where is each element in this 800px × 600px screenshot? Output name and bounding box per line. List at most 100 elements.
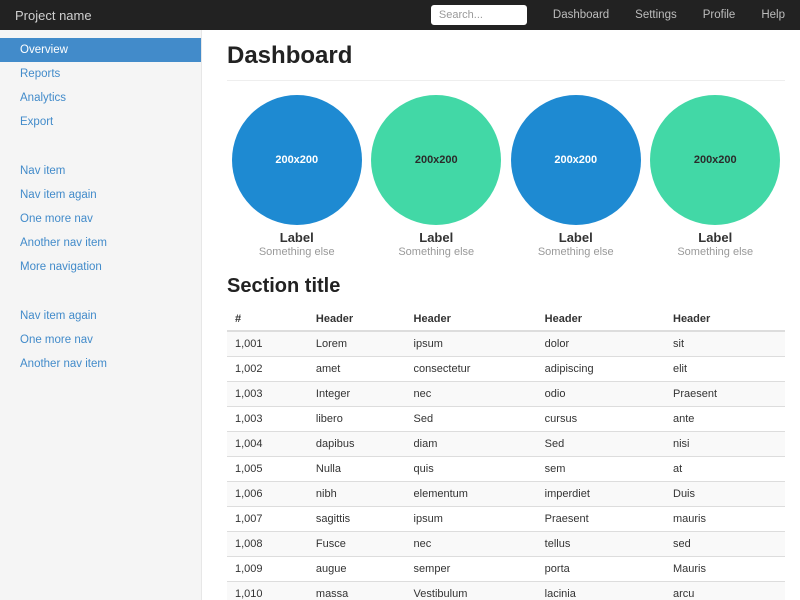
section-title: Section title xyxy=(227,275,785,298)
table-cell: Praesent xyxy=(537,507,665,532)
table-row: 1,008 Fusce nec tellus sed xyxy=(227,532,785,557)
table-cell: sit xyxy=(665,331,785,357)
placeholder-circle-image: 200x200 xyxy=(511,95,641,225)
table-cell-id: 1,008 xyxy=(227,532,308,557)
table-cell: ipsum xyxy=(406,331,537,357)
sidebar-item[interactable]: Reports xyxy=(0,62,201,86)
table-row: 1,002 amet consectetur adipiscing elit xyxy=(227,357,785,382)
table-cell: massa xyxy=(308,582,406,600)
table-cell: sed xyxy=(665,532,785,557)
table-cell: Nulla xyxy=(308,457,406,482)
table-cell: ante xyxy=(665,407,785,432)
brand-link[interactable]: Project name xyxy=(15,8,92,23)
placeholder-row: 200x200 Label Something else 200x200 Lab… xyxy=(227,95,785,258)
sidebar-item[interactable]: Nav item again xyxy=(0,304,201,328)
table-row: 1,009 augue semper porta Mauris xyxy=(227,557,785,582)
table-cell: sagittis xyxy=(308,507,406,532)
table-cell: Sed xyxy=(537,432,665,457)
table-cell-id: 1,003 xyxy=(227,407,308,432)
navbar-link[interactable]: Help xyxy=(761,9,785,21)
table-cell-id: 1,009 xyxy=(227,557,308,582)
navbar-link[interactable]: Dashboard xyxy=(553,9,609,21)
sidebar-group-3: Nav item again One more nav Another nav … xyxy=(0,304,201,376)
placeholder-label: Label xyxy=(227,230,367,245)
table-header-row: # Header Header Header Header xyxy=(227,308,785,331)
table-row: 1,003 Integer nec odio Praesent xyxy=(227,382,785,407)
sidebar-group-1: Overview Reports Analytics Export xyxy=(0,38,201,134)
placeholder-size-text: 200x200 xyxy=(554,154,597,166)
navbar-link[interactable]: Settings xyxy=(635,9,677,21)
table-cell: nibh xyxy=(308,482,406,507)
sidebar-item[interactable]: Analytics xyxy=(0,86,201,110)
placeholder-subtext: Something else xyxy=(227,246,367,258)
placeholder-size-text: 200x200 xyxy=(275,154,318,166)
table-cell-id: 1,002 xyxy=(227,357,308,382)
table-cell: nec xyxy=(406,382,537,407)
table-cell: diam xyxy=(406,432,537,457)
table-cell: elit xyxy=(665,357,785,382)
table-cell: amet xyxy=(308,357,406,382)
placeholder-subtext: Something else xyxy=(646,246,786,258)
table-cell: Integer xyxy=(308,382,406,407)
sidebar-item[interactable]: More navigation xyxy=(0,255,201,279)
table-cell-id: 1,007 xyxy=(227,507,308,532)
sidebar-item[interactable]: Export xyxy=(0,110,201,134)
sidebar-item[interactable]: Nav item again xyxy=(0,183,201,207)
placeholder-card: 200x200 Label Something else xyxy=(506,95,646,258)
sidebar-item[interactable]: One more nav xyxy=(0,207,201,231)
table-row: 1,010 massa Vestibulum lacinia arcu xyxy=(227,582,785,600)
sidebar-item[interactable]: One more nav xyxy=(0,328,201,352)
table-cell-id: 1,006 xyxy=(227,482,308,507)
table-cell: porta xyxy=(537,557,665,582)
data-table: # Header Header Header Header 1,001 Lore… xyxy=(227,308,785,600)
placeholder-card: 200x200 Label Something else xyxy=(367,95,507,258)
placeholder-subtext: Something else xyxy=(506,246,646,258)
sidebar: Overview Reports Analytics Export Nav it… xyxy=(0,30,202,600)
placeholder-label: Label xyxy=(646,230,786,245)
navbar-right: Dashboard Settings Profile Help xyxy=(431,5,785,25)
main-content: Dashboard 200x200 Label Something else 2… xyxy=(202,30,800,600)
table-cell: odio xyxy=(537,382,665,407)
sidebar-item[interactable]: Another nav item xyxy=(0,352,201,376)
table-cell: at xyxy=(665,457,785,482)
table-header-cell: Header xyxy=(308,308,406,331)
table-cell: nec xyxy=(406,532,537,557)
table-row: 1,005 Nulla quis sem at xyxy=(227,457,785,482)
table-row: 1,007 sagittis ipsum Praesent mauris xyxy=(227,507,785,532)
sidebar-item[interactable]: Nav item xyxy=(0,159,201,183)
table-cell-id: 1,005 xyxy=(227,457,308,482)
table-cell: Vestibulum xyxy=(406,582,537,600)
placeholder-label: Label xyxy=(506,230,646,245)
sidebar-item[interactable]: Overview xyxy=(0,38,201,62)
table-cell: quis xyxy=(406,457,537,482)
placeholder-label: Label xyxy=(367,230,507,245)
sidebar-group-2: Nav item Nav item again One more nav Ano… xyxy=(0,159,201,279)
table-head: # Header Header Header Header xyxy=(227,308,785,331)
table-cell: arcu xyxy=(665,582,785,600)
table-cell: lacinia xyxy=(537,582,665,600)
table-cell: tellus xyxy=(537,532,665,557)
table-cell: dolor xyxy=(537,331,665,357)
table-row: 1,004 dapibus diam Sed nisi xyxy=(227,432,785,457)
sidebar-item[interactable]: Another nav item xyxy=(0,231,201,255)
table-header-cell: # xyxy=(227,308,308,331)
placeholder-card: 200x200 Label Something else xyxy=(646,95,786,258)
table-cell: Lorem xyxy=(308,331,406,357)
table-cell: libero xyxy=(308,407,406,432)
table-row: 1,006 nibh elementum imperdiet Duis xyxy=(227,482,785,507)
search-input[interactable] xyxy=(431,5,527,25)
navbar-links: Dashboard Settings Profile Help xyxy=(527,9,785,21)
table-cell: imperdiet xyxy=(537,482,665,507)
navbar-link[interactable]: Profile xyxy=(703,9,736,21)
table-cell: Duis xyxy=(665,482,785,507)
page-title: Dashboard xyxy=(227,42,785,81)
table-cell: Fusce xyxy=(308,532,406,557)
table-header-cell: Header xyxy=(665,308,785,331)
table-cell: elementum xyxy=(406,482,537,507)
table-cell: adipiscing xyxy=(537,357,665,382)
table-header-cell: Header xyxy=(537,308,665,331)
table-cell: mauris xyxy=(665,507,785,532)
table-cell-id: 1,010 xyxy=(227,582,308,600)
table-cell: dapibus xyxy=(308,432,406,457)
table-cell: sem xyxy=(537,457,665,482)
